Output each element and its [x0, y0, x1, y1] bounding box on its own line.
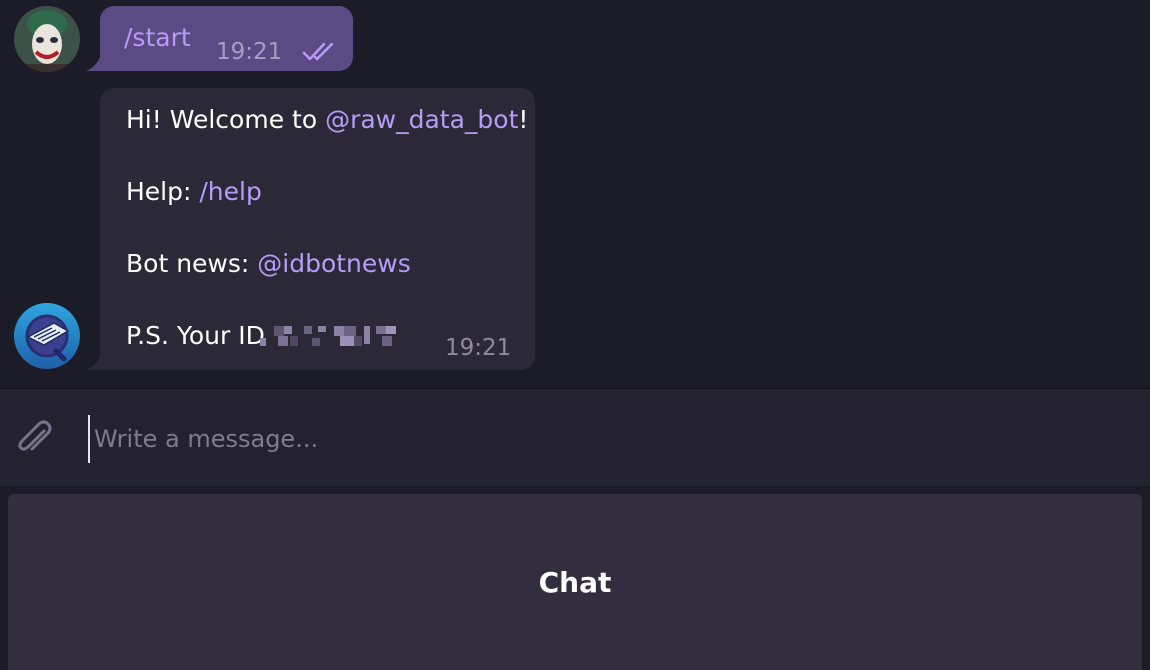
id-line: P.S. Your ID — [126, 318, 265, 354]
outgoing-message[interactable]: /start 19:21 — [100, 6, 353, 71]
incoming-bubble-tail — [86, 356, 100, 370]
paperclip-icon[interactable] — [14, 417, 56, 463]
double-check-icon — [302, 36, 338, 72]
outgoing-message-text[interactable]: /start — [124, 20, 191, 56]
greeting-line: Hi! Welcome to @raw_data_bot! — [126, 102, 528, 138]
incoming-message[interactable]: Hi! Welcome to @raw_data_bot! Help: /hel… — [100, 88, 535, 370]
incoming-message-time: 19:21 — [445, 335, 512, 361]
help-label: Help: — [126, 177, 200, 206]
bot-username-link[interactable]: @raw_data_bot — [325, 105, 518, 134]
bot-keyboard: Chat — [0, 486, 1150, 670]
outgoing-message-time: 19:21 — [216, 39, 283, 65]
greeting-suffix: ! — [518, 105, 529, 134]
news-label: Bot news: — [126, 249, 258, 278]
greeting-text: Hi! Welcome to — [126, 105, 326, 134]
news-line: Bot news: @idbotnews — [126, 246, 411, 282]
redacted-id-image — [260, 326, 396, 346]
chat-keyboard-button[interactable]: Chat — [8, 494, 1142, 670]
news-channel-link[interactable]: @idbotnews — [257, 249, 410, 278]
id-label: P.S. Your ID — [126, 321, 265, 350]
help-command-link[interactable]: /help — [199, 177, 261, 206]
message-input[interactable] — [88, 415, 1076, 463]
outgoing-bubble-tail — [86, 57, 100, 71]
message-composer — [0, 388, 1150, 487]
help-line: Help: /help — [126, 174, 262, 210]
user-avatar[interactable] — [14, 6, 80, 72]
message-list[interactable]: /start 19:21 Hi! Welcome to @raw_data_bo… — [0, 0, 1150, 388]
bot-avatar[interactable] — [14, 303, 80, 369]
